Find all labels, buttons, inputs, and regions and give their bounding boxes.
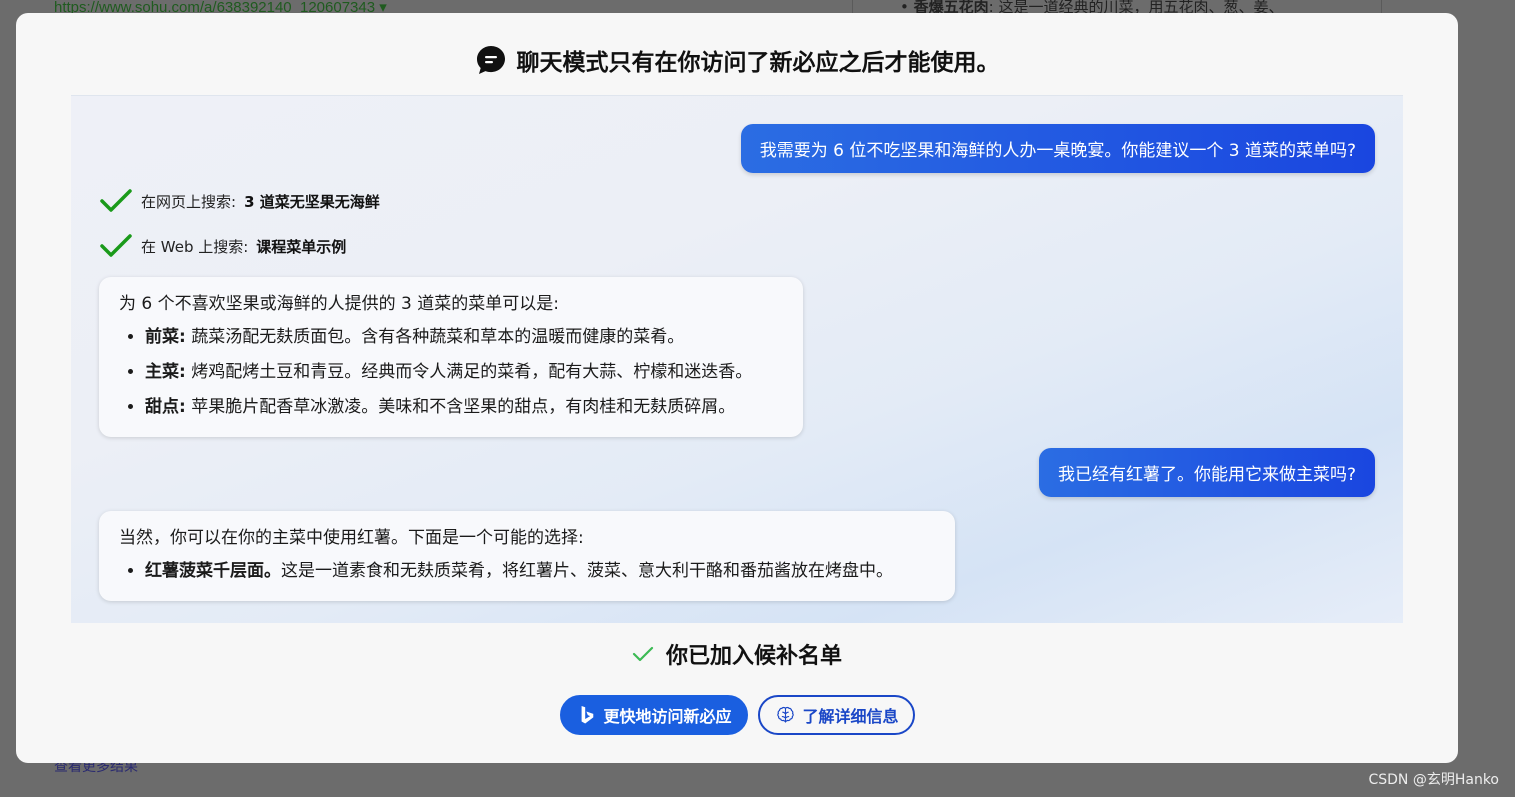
bing-logo-icon [581,706,593,724]
chat-preview: 我需要为 6 位不吃坚果和海鲜的人办一桌晚宴。你能建议一个 3 道菜的菜单吗? … [71,95,1403,623]
list-item: 甜点: 苹果脆片配香草冰激凌。美味和不含坚果的甜点，有肉桂和无麸质碎屑。 [145,392,783,417]
bot-message-2: 当然，你可以在你的主菜中使用红薯。下面是一个可能的选择: 红薯菠菜千层面。这是一… [99,511,955,601]
waitlist-status: 你已加入候补名单 [16,638,1458,670]
faster-access-label: 更快地访问新必应 [603,707,732,726]
bot-message-2-intro: 当然，你可以在你的主菜中使用红薯。下面是一个可能的选择: [119,528,584,548]
suggestion-list: 红薯菠菜千层面。这是一道素食和无麸质菜肴，将红薯片、菠菜、意大利干酪和番茄酱放在… [119,556,935,581]
check-icon [632,646,654,662]
bot-message-1: 为 6 个不喜欢坚果或海鲜的人提供的 3 道菜的菜单可以是: 前菜: 蔬菜汤配无… [99,277,803,437]
menu-list: 前菜: 蔬菜汤配无麸质面包。含有各种蔬菜和草本的温暖而健康的菜肴。 主菜: 烤鸡… [119,322,783,417]
list-item: 前菜: 蔬菜汤配无麸质面包。含有各种蔬菜和草本的温暖而健康的菜肴。 [145,322,783,347]
chat-waitlist-modal: 聊天模式只有在你访问了新必应之后才能使用。 我需要为 6 位不吃坚果和海鲜的人办… [16,13,1458,763]
learn-more-button[interactable]: 了解详细信息 [757,695,915,735]
brain-icon [776,706,794,723]
modal-actions: 更快地访问新必应 了解详细信息 [16,695,1458,735]
user-message-1: 我需要为 6 位不吃坚果和海鲜的人办一桌晚宴。你能建议一个 3 道菜的菜单吗? [740,124,1375,173]
list-item: 红薯菠菜千层面。这是一道素食和无麸质菜肴，将红薯片、菠菜、意大利干酪和番茄酱放在… [145,556,935,581]
modal-header: 聊天模式只有在你访问了新必应之后才能使用。 [16,43,1458,77]
learn-more-label: 了解详细信息 [802,707,899,726]
search-1-prefix: 在网页上搜索: [141,192,237,211]
faster-access-button[interactable]: 更快地访问新必应 [559,695,748,735]
chat-bubble-icon [476,46,505,74]
list-item: 主菜: 烤鸡配烤土豆和青豆。经典而令人满足的菜肴，配有大蒜、柠檬和迷迭香。 [145,357,783,382]
watermark: CSDN @玄明Hanko [1368,772,1499,788]
check-icon [100,189,132,212]
search-status-2: 在 Web 上搜索: 课程菜单示例 [99,233,346,259]
waitlist-status-text: 你已加入候补名单 [665,644,842,669]
search-2-prefix: 在 Web 上搜索: [141,237,249,256]
user-message-2: 我已经有红薯了。你能用它来做主菜吗? [1038,448,1375,497]
search-2-query: 课程菜单示例 [256,237,347,256]
bot-message-1-intro: 为 6 个不喜欢坚果或海鲜的人提供的 3 道菜的菜单可以是: [119,294,559,314]
search-status-1: 在网页上搜索: 3 道菜无坚果无海鲜 [99,188,380,214]
modal-title: 聊天模式只有在你访问了新必应之后才能使用。 [516,50,1000,76]
check-icon [100,234,132,257]
search-1-query: 3 道菜无坚果无海鲜 [244,192,380,211]
